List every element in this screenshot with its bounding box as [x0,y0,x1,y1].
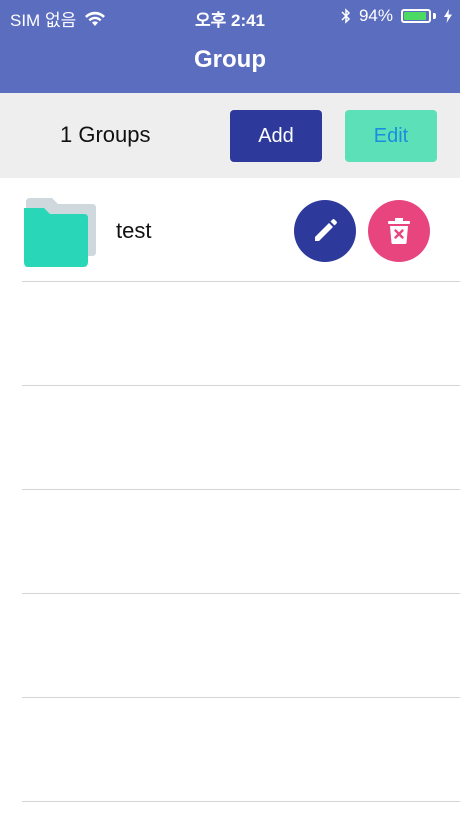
empty-row [0,490,460,594]
group-row[interactable]: test [0,178,460,282]
add-button[interactable]: Add [230,110,322,162]
group-count: 1 Groups [60,122,151,147]
trash-icon [388,218,410,244]
row-divider [22,801,460,802]
empty-row [0,698,460,802]
edit-button[interactable]: Edit [345,110,437,162]
group-name: test [116,218,152,243]
folder-icon [24,198,96,267]
group-toolbar: 1 Groups Add Edit [0,93,460,178]
edit-group-button[interactable] [294,200,356,262]
battery-icon [401,9,431,23]
empty-row [0,594,460,698]
group-list: test [0,178,460,802]
delete-group-button[interactable] [368,200,430,262]
pencil-icon [315,219,337,241]
bluetooth-icon [341,8,351,24]
empty-row [0,282,460,386]
empty-row [0,386,460,490]
status-bar: SIM 없음 오후 2:41 94% [0,0,460,32]
page-title: Group [194,46,266,73]
app-header: SIM 없음 오후 2:41 94% Group [0,0,460,93]
battery-percent: 94% [358,6,393,25]
charging-icon [444,9,452,23]
